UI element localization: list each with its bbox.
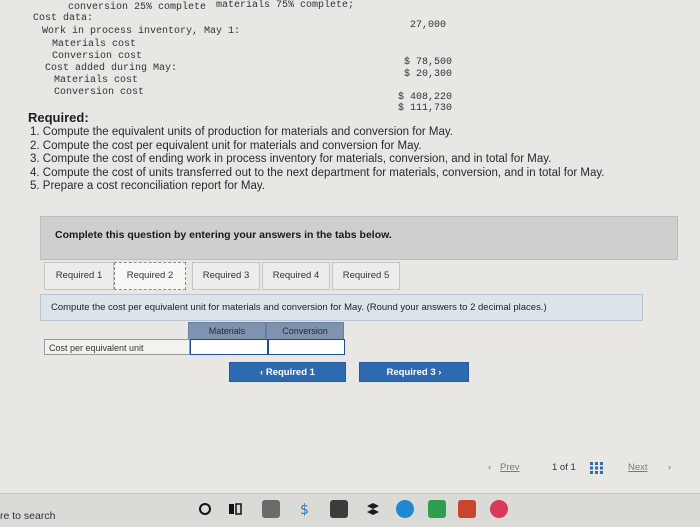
tab-required-4[interactable]: Required 4	[262, 262, 330, 290]
added-materials-value: $ 408,220	[398, 92, 453, 103]
prev-required-button[interactable]: ‹ Required 1	[229, 362, 346, 382]
dollar-app-icon[interactable]: $	[296, 500, 314, 518]
added-conversion-value: $ 111,730	[398, 103, 453, 114]
instruction-text: Compute the cost per equivalent unit for…	[51, 302, 547, 313]
tab-required-1[interactable]: Required 1	[44, 262, 114, 290]
added-conversion-label: Conversion cost	[54, 87, 145, 98]
pager-page-text: 1 of 1	[552, 462, 576, 473]
wip-label: Work in process inventory, May 1:	[42, 26, 241, 37]
prev-required-label: Required 1	[265, 367, 315, 378]
edge-icon[interactable]	[396, 500, 414, 518]
required-heading: Required:	[28, 110, 89, 125]
complete-banner-text: Complete this question by entering your …	[55, 229, 392, 241]
instruction-box: Compute the cost per equivalent unit for…	[40, 294, 643, 321]
next-required-button[interactable]: Required 3 ›	[359, 362, 469, 382]
top-line-right: materials 75% complete;	[216, 0, 355, 11]
wip-materials-value: $ 78,500	[404, 57, 453, 68]
app-icon[interactable]	[428, 500, 446, 518]
wip-conversion-value: $ 20,300	[404, 69, 453, 80]
top-line-left: conversion 25% complete	[68, 2, 207, 13]
grid-icon[interactable]	[590, 461, 604, 474]
required-item: 2. Compute the cost per equivalent unit …	[30, 139, 422, 152]
required-list: 1. Compute the equivalent units of produ…	[30, 126, 604, 194]
materials-cost-label: Materials cost	[52, 39, 137, 50]
pager-chevron-right-icon: ›	[668, 462, 672, 473]
tab-required-5[interactable]: Required 5	[332, 262, 400, 290]
conversion-cost-label: Conversion cost	[52, 51, 143, 62]
required-item: 3. Compute the cost of ending work in pr…	[30, 153, 552, 165]
chevron-left-icon: ‹	[260, 367, 264, 378]
materials-cost-input[interactable]	[190, 339, 268, 355]
file-explorer-icon[interactable]	[262, 500, 280, 518]
chrome-icon[interactable]	[490, 500, 508, 518]
conversion-cost-input[interactable]	[268, 339, 345, 355]
pager-next-link[interactable]: Next	[628, 462, 648, 473]
pager-chevron-left-icon: ‹	[488, 462, 492, 473]
taskbar-search[interactable]: re to search	[0, 510, 55, 522]
office-icon[interactable]	[458, 500, 476, 518]
cost-data-label: Cost data:	[33, 13, 94, 24]
complete-banner: Complete this question by entering your …	[40, 216, 678, 260]
cost-added-label: Cost added during May:	[45, 63, 178, 74]
taskbar: re to search $	[0, 493, 700, 527]
cost-data-block: conversion 25% complete materials 75% co…	[0, 0, 700, 115]
cortana-icon[interactable]	[196, 500, 214, 518]
row-label-cost-per-equivalent-unit: Cost per equivalent unit	[44, 339, 190, 355]
svg-text:$: $	[300, 502, 309, 518]
next-required-label: Required 3	[386, 367, 436, 378]
column-header-conversion: Conversion	[266, 322, 344, 340]
tab-required-2[interactable]: Required 2	[114, 262, 186, 290]
chevron-right-icon: ›	[438, 367, 442, 378]
required-item: 4. Compute the cost of units transferred…	[30, 166, 605, 179]
task-view-icon[interactable]	[226, 500, 244, 518]
pager-prev-link[interactable]: Prev	[500, 462, 520, 473]
units-value: 27,000	[410, 20, 447, 31]
dropbox-icon[interactable]	[364, 500, 382, 518]
notepad-icon[interactable]	[330, 500, 348, 518]
pager: ‹ Prev 1 of 1 Next ›	[488, 458, 678, 478]
required-item: 1. Compute the equivalent units of produ…	[30, 126, 453, 138]
tab-required-3[interactable]: Required 3	[192, 262, 260, 290]
column-header-materials: Materials	[188, 322, 266, 340]
added-materials-label: Materials cost	[54, 75, 139, 86]
required-item: 5. Prepare a cost reconciliation report …	[30, 180, 266, 192]
